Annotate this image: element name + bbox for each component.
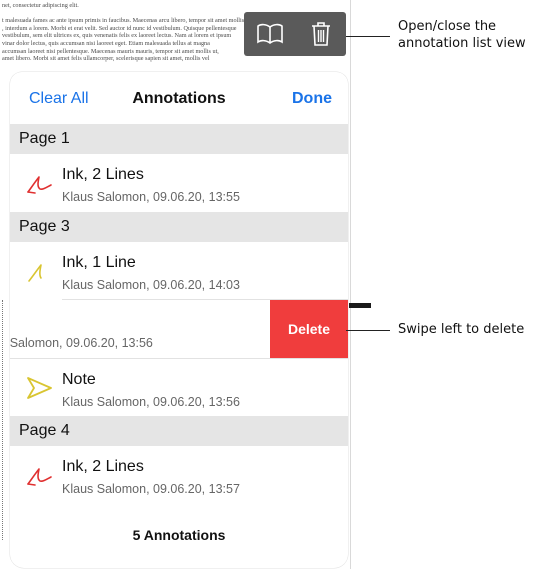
annotation-title: Ink, 2 Lines [62,458,144,475]
document-line: net, consectetur adipiscing elit. [2,2,79,9]
document-edge [2,300,4,540]
annotation-count: 5 Annotations [132,527,226,543]
annotation-subtitle: Klaus Salomon, 09.06.20, 13:56 [62,395,240,409]
section-header-page-3: Page 3 [10,212,348,242]
ink-red-icon [25,460,55,490]
done-button[interactable]: Done [292,90,332,108]
annotation-subtitle: Klaus Salomon, 09.06.20, 14:03 [62,278,240,292]
book-open-icon[interactable] [253,17,287,51]
section-header-page-4: Page 4 [10,416,348,446]
callout-line-swipe [346,330,390,331]
annotation-title: Ink, 2 Lines [62,166,144,183]
callout-toggle: Open/close the annotation list view [398,18,526,52]
callout-swipe: Swipe left to delete [398,322,525,337]
annotation-list-panel: Annotations Clear All Done Page 1 Ink, 2… [10,72,348,568]
annotation-subtitle: Klaus Salomon, 09.06.20, 13:55 [62,190,240,204]
annotation-row[interactable]: Note Klaus Salomon, 09.06.20, 13:56 [10,358,348,416]
annotation-row[interactable]: Ink, 1 Line Klaus Salomon, 09.06.20, 14:… [10,242,348,300]
note-icon [25,373,55,403]
callout-toggle-line2: annotation list view [398,36,526,51]
annotation-row[interactable]: Ink, 2 Lines Klaus Salomon, 09.06.20, 13… [10,446,348,504]
annotation-title: Note [62,371,96,388]
annotation-toolbar [244,12,346,56]
delete-button[interactable]: Delete [270,300,348,358]
document-bar [349,303,371,308]
annotation-row-swiped[interactable]: e s Salomon, 09.06.20, 13:56 Delete [10,300,348,358]
callout-line-toggle [346,36,390,37]
document-line: amet libero. Morbi sit amet felis ullamc… [2,55,210,63]
annotation-subtitle: Klaus Salomon, 09.06.20, 13:57 [62,482,240,496]
ink-red-icon [25,168,55,198]
section-header-page-1: Page 1 [10,124,348,154]
annotation-title: Ink, 1 Line [62,254,136,271]
annotation-subtitle: s Salomon, 09.06.20, 13:56 [10,336,153,350]
trash-icon[interactable] [304,17,338,51]
clear-all-button[interactable]: Clear All [29,90,89,108]
annotation-row[interactable]: Ink, 2 Lines Klaus Salomon, 09.06.20, 13… [10,154,348,212]
ink-yellow-icon [25,256,55,286]
callout-toggle-line1: Open/close the [398,19,497,34]
navigation-bar: Annotations Clear All Done [10,72,348,124]
